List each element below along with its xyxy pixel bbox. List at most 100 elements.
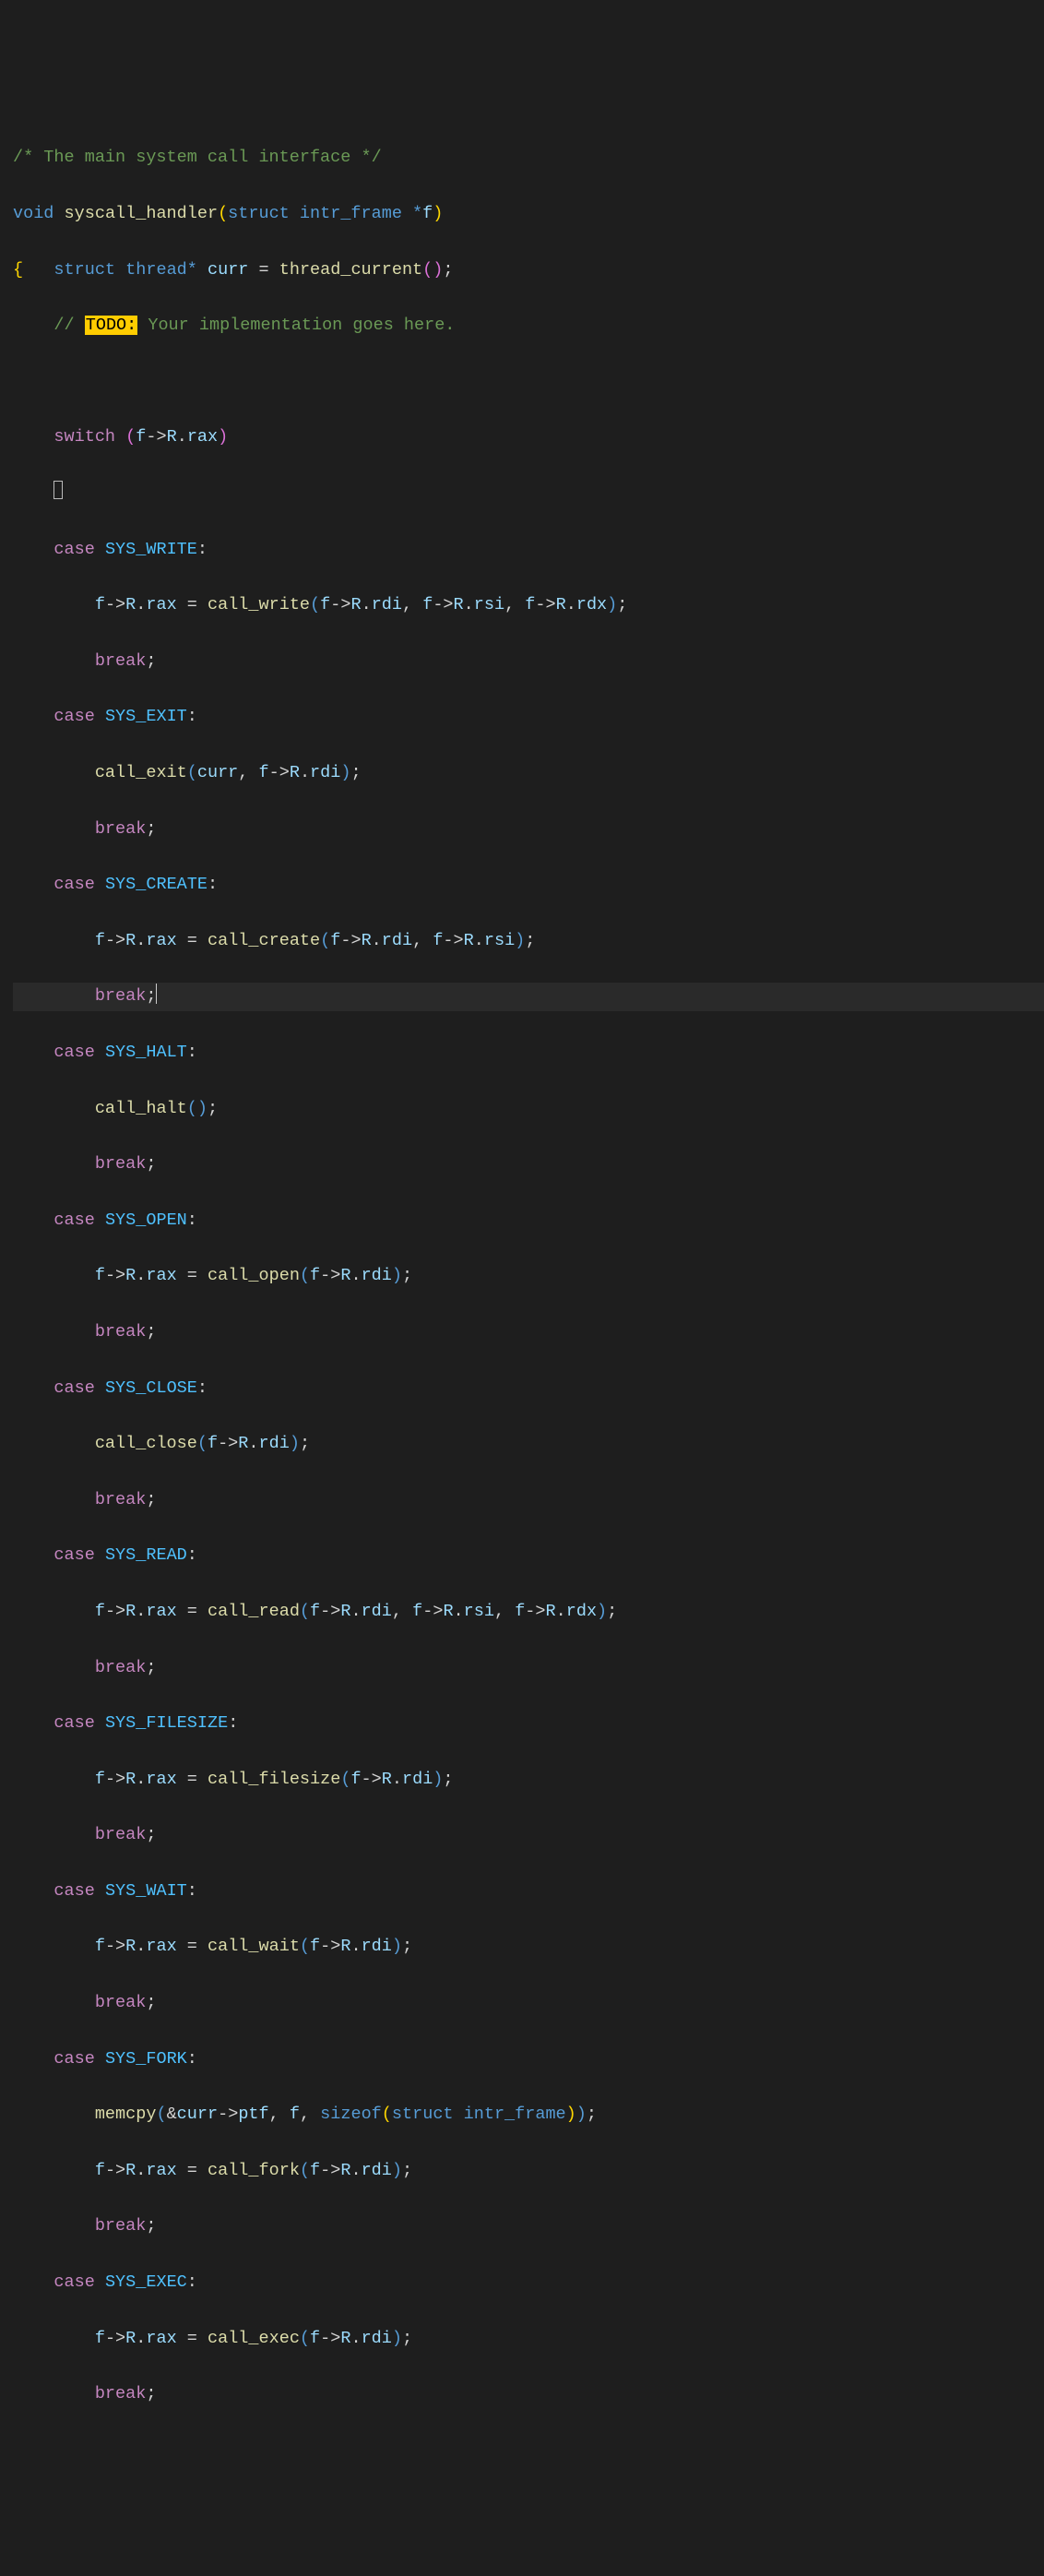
keyword-struct: struct xyxy=(228,204,290,223)
var: curr xyxy=(177,2105,218,2124)
enum-constant: SYS_OPEN xyxy=(105,1210,187,1230)
type-name: thread xyxy=(125,260,187,280)
assign-op: = xyxy=(177,2329,208,2348)
code-line: f->R.rax = call_create(f->R.rdi, f->R.rs… xyxy=(13,927,1044,955)
keyword-struct: struct xyxy=(53,260,115,280)
enum-constant: SYS_FORK xyxy=(105,2049,187,2069)
dot-op: . xyxy=(177,427,187,447)
function-call: call_create xyxy=(208,931,320,950)
code-line: void syscall_handler(struct intr_frame *… xyxy=(13,200,1044,228)
code-line: break; xyxy=(13,1486,1044,1514)
bracket-highlight-icon xyxy=(53,481,63,499)
param-name: f xyxy=(422,204,433,223)
code-line: break; xyxy=(13,816,1044,843)
function-call: call_close xyxy=(95,1434,197,1453)
keyword-break: break xyxy=(95,819,147,839)
assign-op: = xyxy=(248,260,279,280)
code-line: // TODO: Your implementation goes here. xyxy=(13,312,1044,340)
function-call: call_exit xyxy=(95,763,187,782)
enum-constant: SYS_FILESIZE xyxy=(105,1713,228,1733)
code-line: f->R.rax = call_filesize(f->R.rdi); xyxy=(13,1766,1044,1794)
code-line: f->R.rax = call_wait(f->R.rdi); xyxy=(13,1933,1044,1961)
assign-op: = xyxy=(177,931,208,950)
keyword-break: break xyxy=(95,986,147,1006)
keyword-break: break xyxy=(95,2384,147,2403)
keyword-void: void xyxy=(13,204,53,223)
enum-constant: SYS_EXEC xyxy=(105,2272,187,2292)
keyword-case: case xyxy=(53,1545,94,1565)
keyword-switch: switch xyxy=(53,427,115,447)
function-call: call_read xyxy=(208,1602,300,1621)
code-line: case SYS_READ: xyxy=(13,1542,1044,1569)
code-line: f->R.rax = call_exec(f->R.rdi); xyxy=(13,2325,1044,2353)
var: f xyxy=(136,427,146,447)
code-line: f->R.rax = call_write(f->R.rdi, f->R.rsi… xyxy=(13,591,1044,619)
code-line: { struct thread* curr = thread_current()… xyxy=(13,256,1044,284)
todo-tag: TODO: xyxy=(85,316,138,335)
function-call: memcpy xyxy=(95,2105,157,2124)
code-line: case SYS_EXIT: xyxy=(13,703,1044,731)
var: curr xyxy=(197,763,238,782)
function-name: syscall_handler xyxy=(65,204,219,223)
type-name: intr_frame xyxy=(464,2105,566,2124)
code-line: break; xyxy=(13,2212,1044,2240)
assign-op: = xyxy=(177,2161,208,2180)
code-line: f->R.rax = call_fork(f->R.rdi); xyxy=(13,2157,1044,2185)
code-line: call_close(f->R.rdi); xyxy=(13,1430,1044,1458)
keyword-struct: struct xyxy=(392,2105,454,2124)
code-line: case SYS_CREATE: xyxy=(13,871,1044,899)
keyword-break: break xyxy=(95,1658,147,1677)
code-line: break; xyxy=(13,1821,1044,1849)
code-line: case SYS_FORK: xyxy=(13,2045,1044,2073)
pointer-star: * xyxy=(187,260,197,280)
function-call: call_exec xyxy=(208,2329,300,2348)
code-line: call_exit(curr, f->R.rdi); xyxy=(13,759,1044,787)
function-call: call_open xyxy=(208,1266,300,1285)
function-call: call_halt xyxy=(95,1099,187,1118)
code-line xyxy=(13,368,1044,396)
comment-slashes: // xyxy=(53,316,84,335)
code-line: case SYS_WRITE: xyxy=(13,536,1044,564)
enum-constant: SYS_CLOSE xyxy=(105,1378,197,1398)
assign-op: = xyxy=(177,1602,208,1621)
code-line: break; xyxy=(13,1151,1044,1178)
function-call: thread_current xyxy=(279,260,422,280)
code-line: case SYS_OPEN: xyxy=(13,1207,1044,1234)
code-line: memcpy(&curr->ptf, f, sizeof(struct intr… xyxy=(13,2101,1044,2129)
comment: /* The main system call interface */ xyxy=(13,148,382,167)
code-editor[interactable]: /* The main system call interface */ voi… xyxy=(13,116,1044,2437)
keyword-break: break xyxy=(95,1825,147,1844)
function-call: call_write xyxy=(208,595,310,614)
member: rax xyxy=(187,427,218,447)
keyword-case: case xyxy=(53,2272,94,2292)
keyword-case: case xyxy=(53,1378,94,1398)
keyword-case: case xyxy=(53,875,94,894)
code-line: f->R.rax = call_open(f->R.rdi); xyxy=(13,1262,1044,1290)
comment-text: Your implementation goes here. xyxy=(137,316,455,335)
parens: () xyxy=(422,260,443,280)
keyword-case: case xyxy=(53,707,94,726)
arrow-op: -> xyxy=(146,427,166,447)
keyword-break: break xyxy=(95,1490,147,1509)
var: f xyxy=(290,2105,300,2124)
code-line: case SYS_CLOSE: xyxy=(13,1375,1044,1402)
assign-op: = xyxy=(177,1937,208,1956)
keyword-break: break xyxy=(95,2216,147,2236)
keyword-case: case xyxy=(53,1881,94,1901)
semicolon: ; xyxy=(443,260,453,280)
keyword-case: case xyxy=(53,1210,94,1230)
keyword-case: case xyxy=(53,1043,94,1062)
code-line: switch (f->R.rax) xyxy=(13,423,1044,451)
enum-constant: SYS_EXIT xyxy=(105,707,187,726)
keyword-sizeof: sizeof xyxy=(320,2105,382,2124)
variable-name: curr xyxy=(208,260,248,280)
keyword-break: break xyxy=(95,1322,147,1342)
type-name: intr_frame xyxy=(300,204,402,223)
enum-constant: SYS_READ xyxy=(105,1545,187,1565)
keyword-break: break xyxy=(95,1993,147,2012)
code-line: break; xyxy=(13,648,1044,675)
code-line: case SYS_FILESIZE: xyxy=(13,1710,1044,1737)
code-line: f->R.rax = call_read(f->R.rdi, f->R.rsi,… xyxy=(13,1598,1044,1626)
function-call: call_wait xyxy=(208,1937,300,1956)
function-call: call_filesize xyxy=(208,1770,340,1789)
